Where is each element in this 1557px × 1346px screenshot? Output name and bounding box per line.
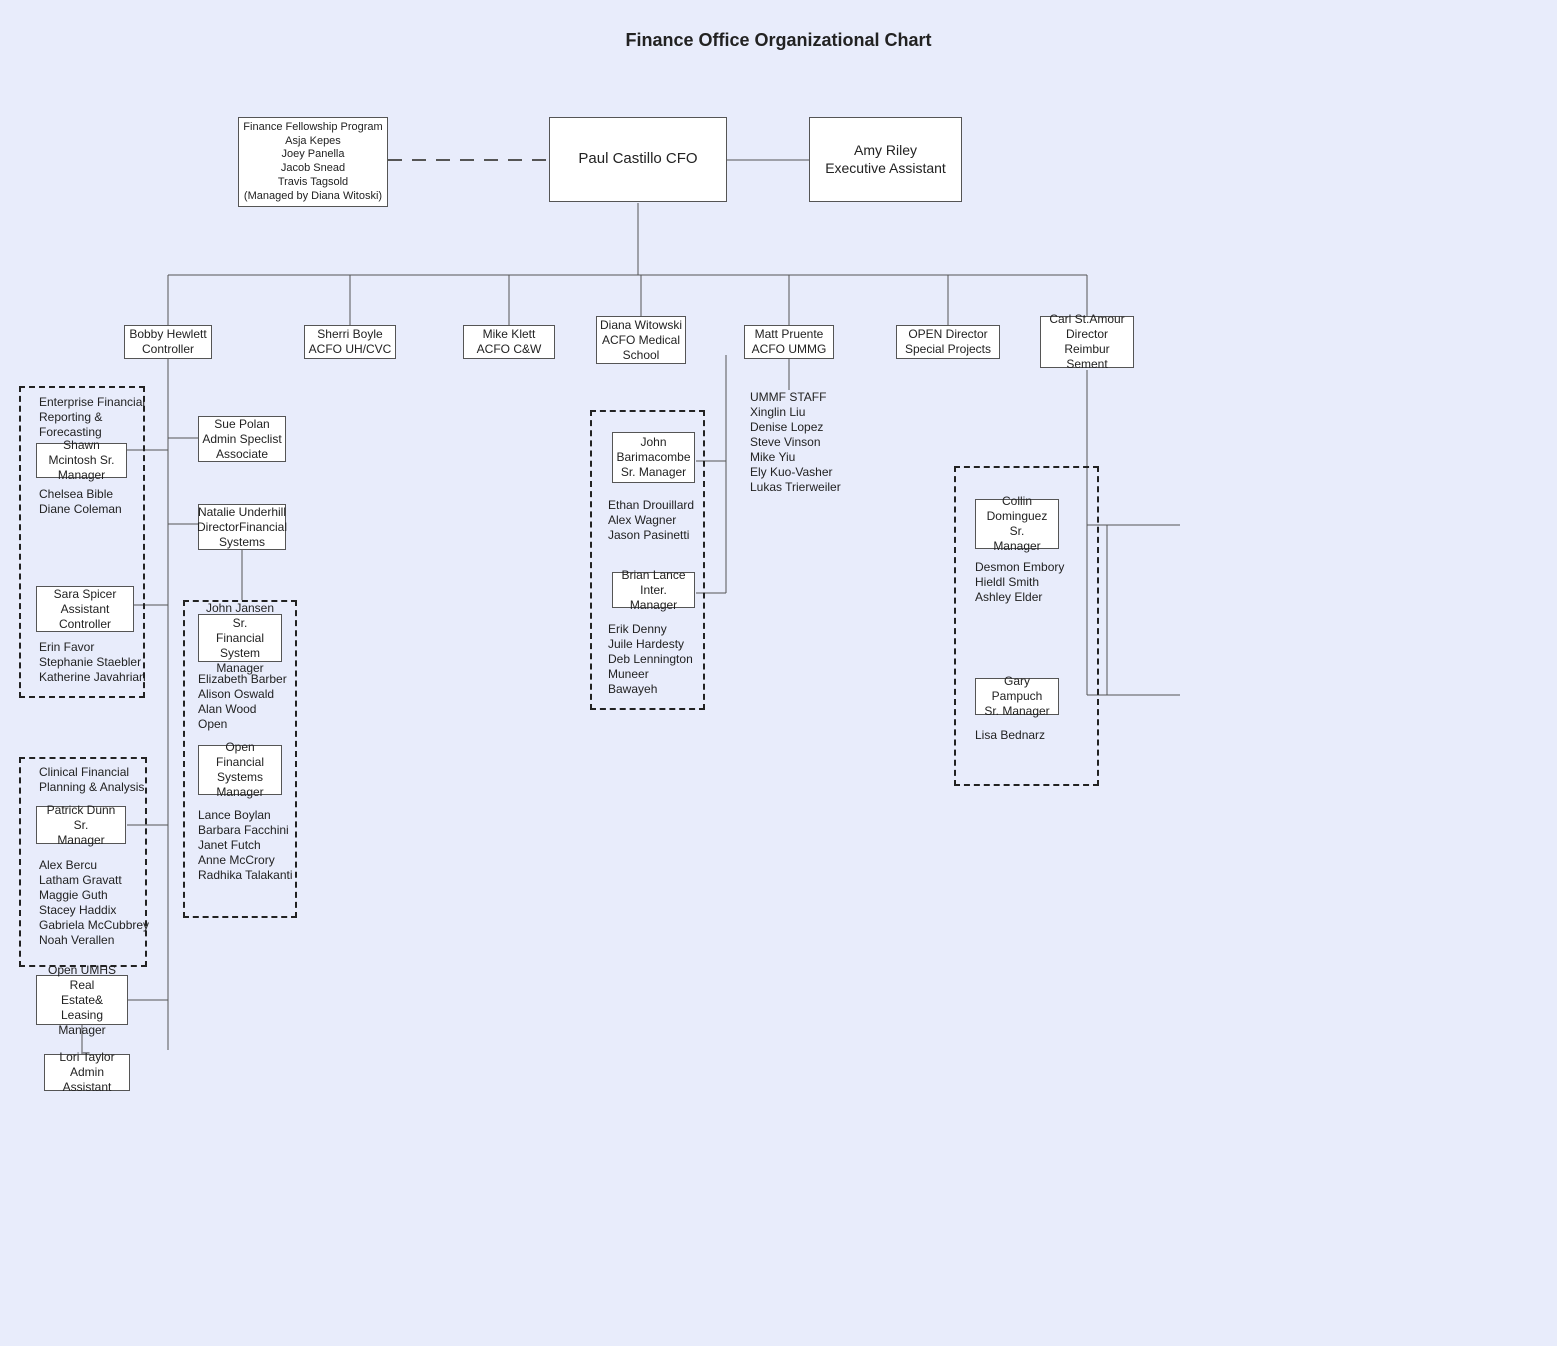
open-financial-reports: Lance Boylan Barbara Facchini Janet Futc…	[198, 808, 293, 883]
gary-box: Gary Pampuch Sr. Manager	[975, 678, 1059, 715]
matt-box: Matt Pruente ACFO UMMG	[744, 325, 834, 359]
john-barimacombe-reports: Ethan Drouillard Alex Wagner Jason Pasin…	[608, 498, 694, 543]
diana-box: Diana Witowski ACFO Medical School	[596, 316, 686, 364]
ummf-staff: UMMF STAFF Xinglin Liu Denise Lopez Stev…	[750, 390, 841, 495]
carl-box: Carl St.Amour Director Reimbur Sement	[1040, 316, 1134, 368]
cfpa-title: Clinical Financial Planning & Analysis	[39, 765, 144, 795]
natalie-box: Natalie Underhill DirectorFinancial Syst…	[198, 504, 286, 550]
bobby-box: Bobby Hewlett Controller	[124, 325, 212, 359]
patrick-reports: Alex Bercu Latham Gravatt Maggie Guth St…	[39, 858, 149, 948]
cfo-box: Paul Castillo CFO	[549, 117, 727, 202]
exec-assistant-box: Amy Riley Executive Assistant	[809, 117, 962, 202]
patrick-box: Patrick Dunn Sr. Manager	[36, 806, 126, 844]
john-barimacombe-box: John Barimacombe Sr. Manager	[612, 432, 695, 483]
brian-reports: Erik Denny Juile Hardesty Deb Lennington…	[608, 622, 693, 697]
fellowship-box: Finance Fellowship Program Asja Kepes Jo…	[238, 117, 388, 207]
gary-reports: Lisa Bednarz	[975, 728, 1045, 743]
sue-box: Sue Polan Admin Speclist Associate	[198, 416, 286, 462]
shawn-reports: Chelsea Bible Diane Coleman	[39, 487, 122, 517]
john-jansen-box: John Jansen Sr. Financial System Manager	[198, 614, 282, 662]
shawn-box: Shawn Mcintosh Sr. Manager	[36, 443, 127, 478]
sherri-box: Sherri Boyle ACFO UH/CVC	[304, 325, 396, 359]
lori-box: Lori Taylor Admin Assistant	[44, 1054, 130, 1091]
sara-reports: Erin Favor Stephanie Staebler Katherine …	[39, 640, 146, 685]
chart-title: Finance Office Organizational Chart	[0, 0, 1557, 51]
sara-box: Sara Spicer Assistant Controller	[36, 586, 134, 632]
eff-title: Enterprise Financial Reporting & Forecas…	[39, 395, 145, 440]
collin-reports: Desmon Embory Hieldl Smith Ashley Elder	[975, 560, 1064, 605]
john-jansen-reports: Elizabeth Barber Alison Oswald Alan Wood…	[198, 672, 287, 732]
brian-box: Brian Lance Inter. Manager	[612, 572, 695, 608]
open-director-box: OPEN Director Special Projects	[896, 325, 1000, 359]
open-financial-box: Open Financial Systems Manager	[198, 745, 282, 795]
mike-box: Mike Klett ACFO C&W	[463, 325, 555, 359]
collin-box: Collin Dominguez Sr. Manager	[975, 499, 1059, 549]
open-umhs-box: Open UMHS Real Estate& Leasing Manager	[36, 975, 128, 1025]
